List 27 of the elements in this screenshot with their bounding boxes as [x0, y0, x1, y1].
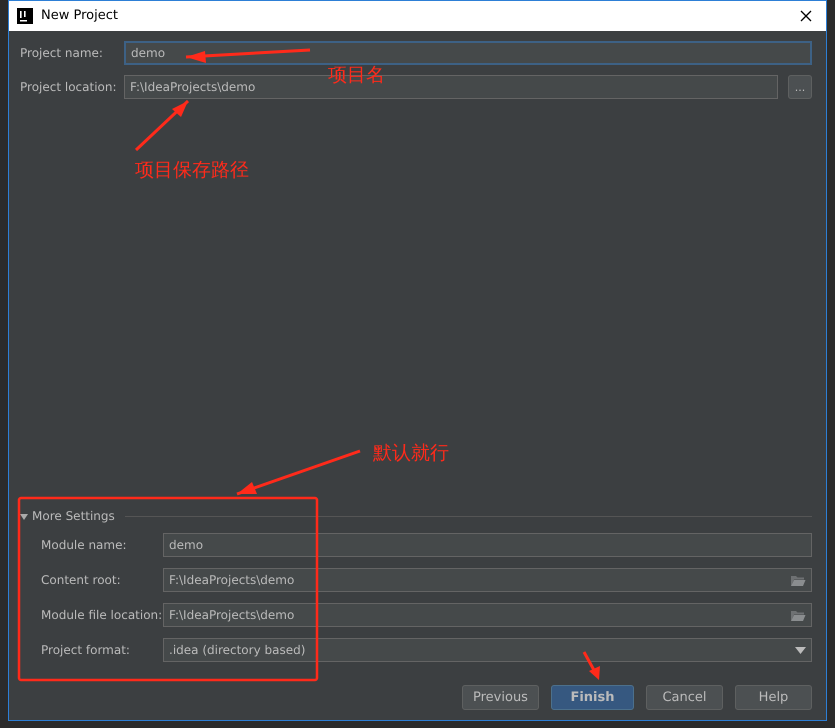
dialog-button[interactable]: Cancel [646, 685, 723, 710]
dropdown-caret-icon [795, 646, 806, 654]
field-label: Project name: [20, 45, 104, 62]
dropdown-field[interactable]: .idea (directory based) [163, 638, 812, 662]
path-field[interactable]: F:\IdeaProjects\demo [163, 603, 812, 627]
finish-button[interactable]: Finish [551, 685, 634, 710]
browse-button[interactable]: ... [788, 75, 812, 99]
window-title: New Project [41, 7, 119, 26]
dialog-button[interactable]: Help [735, 685, 812, 710]
field-label: Module name: [41, 537, 128, 554]
text-field[interactable]: demo [163, 533, 812, 557]
folder-icon [790, 574, 806, 586]
text-field[interactable]: demo [124, 41, 812, 65]
section-title[interactable]: More Settings [32, 507, 115, 525]
path-field[interactable]: F:\IdeaProjects\demo [163, 568, 812, 592]
field-label: Project format: [41, 642, 131, 659]
field-label: Project location: [20, 79, 118, 96]
annotation-label: 默认就行 [373, 444, 449, 463]
annotation-arrow [134, 100, 190, 152]
annotation-arrow [582, 651, 600, 680]
app-logo-icon [17, 8, 33, 24]
dialog-button[interactable]: Previous [462, 685, 539, 710]
folder-icon [790, 608, 806, 622]
field-label: Content root: [41, 572, 122, 589]
close-icon [800, 10, 812, 22]
expanded-triangle-icon [20, 514, 28, 520]
annotation-label: 项目保存路径 [135, 161, 249, 180]
